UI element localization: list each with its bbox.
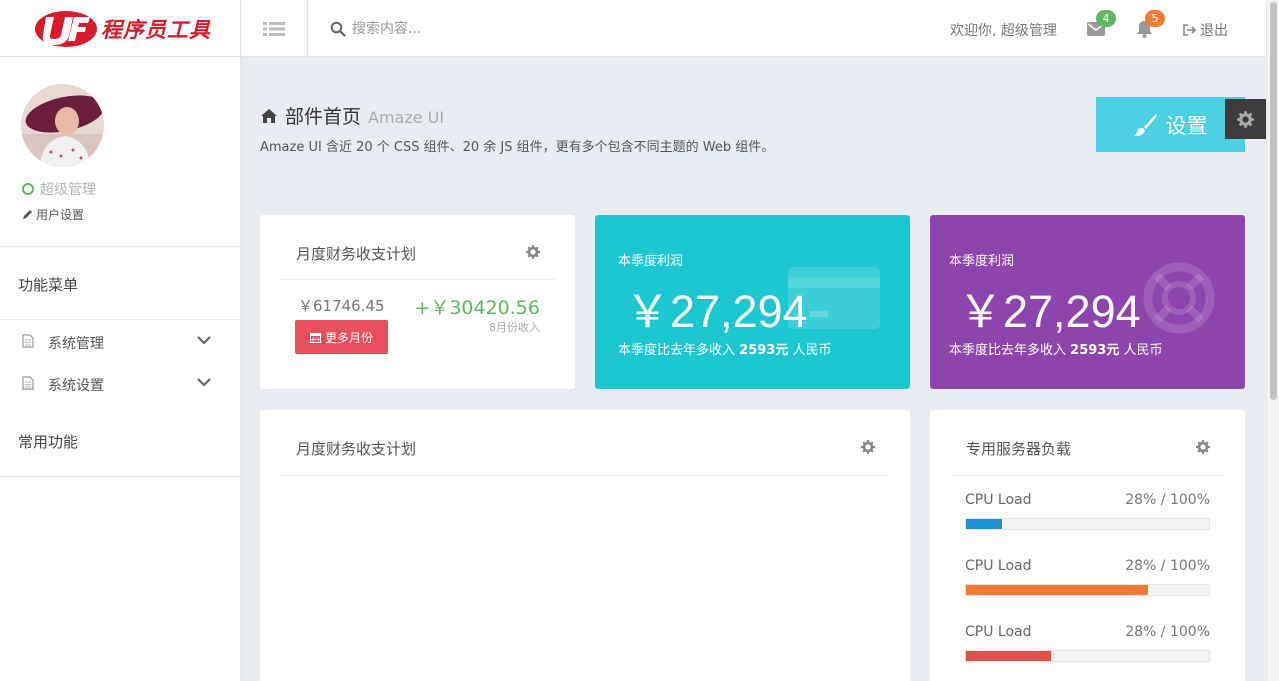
card-title: 月度财务收支计划 xyxy=(296,440,417,458)
sidebar: 超级管理 用户设置 功能菜单 系统管理 系统设置 常用功能 xyxy=(0,57,241,681)
finance-income: +￥30420.56 xyxy=(414,297,540,319)
settings-button-label: 设置 xyxy=(1165,113,1208,138)
file-icon xyxy=(22,334,34,348)
welcome-text: 欢迎你, 超级管理 xyxy=(950,23,1057,39)
top-header: 程序员工具 欢迎你, 超级管理 4 5 退出 xyxy=(0,0,1266,57)
load-value: 28% / 100% xyxy=(1125,558,1210,574)
messages-button[interactable]: 4 xyxy=(1087,10,1116,39)
sidebar-section-common: 常用功能 xyxy=(18,433,79,451)
finance-income-note: 8月份收入 xyxy=(489,321,540,334)
profit-foot-suffix: 人民币 xyxy=(792,343,832,358)
logout-label: 退出 xyxy=(1200,23,1228,39)
chevron-down-icon xyxy=(197,336,211,345)
menu-toggle-button[interactable] xyxy=(241,0,308,57)
gear-icon[interactable] xyxy=(526,245,540,259)
server-load-card: 专用服务器负载 CPU Load 28% / 100% CPU Load 28%… xyxy=(930,410,1245,681)
gear-icon[interactable] xyxy=(1196,440,1210,454)
sidebar-divider xyxy=(0,476,240,477)
card-title: 专用服务器负载 xyxy=(966,440,1072,458)
profit-amount: ￥27,294 xyxy=(625,286,808,337)
file-icon xyxy=(22,376,34,390)
progress-fill xyxy=(966,585,1149,595)
page-scrollbar[interactable] xyxy=(1266,0,1279,681)
logo-area[interactable]: 程序员工具 xyxy=(0,0,241,57)
load-value: 28% / 100% xyxy=(1125,624,1210,640)
profit-foot-prefix: 本季度比去年多收入 xyxy=(949,343,1067,358)
finance-expense: ￥61746.45 xyxy=(298,297,385,315)
brand-logo-icon xyxy=(35,11,97,47)
user-status: 超级管理 xyxy=(22,179,96,199)
logout-button[interactable]: 退出 xyxy=(1183,20,1228,40)
page-title: 部件首页 Amaze UI xyxy=(260,102,444,129)
user-role: 超级管理 xyxy=(40,182,96,198)
user-avatar-image xyxy=(21,84,104,167)
sidebar-divider xyxy=(0,319,240,320)
sign-out-icon xyxy=(1183,24,1196,36)
profit-card: 本季度利润 ￥27,294 本季度比去年多收入 2593元 人民币 xyxy=(930,215,1245,389)
card-divider xyxy=(280,279,555,280)
finance-card: 月度财务收支计划 ￥61746.45 +￥30420.56 8月份收入 更多月份 xyxy=(260,215,575,389)
profit-footnote: 本季度比去年多收入 2593元 人民币 xyxy=(618,339,832,358)
theme-settings-toggle[interactable] xyxy=(1225,99,1266,139)
search-icon xyxy=(330,21,346,37)
page-title-text: 部件首页 xyxy=(285,106,362,128)
card-divider xyxy=(950,475,1225,476)
card-divider xyxy=(280,475,890,476)
home-icon xyxy=(261,108,277,123)
life-ring-icon xyxy=(1143,262,1215,334)
search-input[interactable] xyxy=(352,16,652,42)
profit-footnote: 本季度比去年多收入 2593元 人民币 xyxy=(949,339,1163,358)
profit-label: 本季度利润 xyxy=(618,254,684,269)
more-months-label: 更多月份 xyxy=(324,330,373,345)
load-name: CPU Load xyxy=(965,558,1032,574)
user-settings-label: 用户设置 xyxy=(36,208,85,222)
pencil-icon xyxy=(23,210,32,219)
sidebar-divider xyxy=(0,246,240,247)
profit-foot-value: 2593元 xyxy=(739,343,789,358)
profit-foot-prefix: 本季度比去年多收入 xyxy=(618,343,736,358)
profit-foot-value: 2593元 xyxy=(1070,343,1120,358)
paint-brush-icon xyxy=(1133,113,1157,136)
load-name: CPU Load xyxy=(965,492,1032,508)
sidebar-section-menu: 功能菜单 xyxy=(18,276,79,294)
profit-label: 本季度利润 xyxy=(949,254,1015,269)
progress-fill xyxy=(966,651,1052,661)
progress-bar xyxy=(965,518,1210,530)
avatar[interactable] xyxy=(21,84,104,167)
profit-amount: ￥27,294 xyxy=(958,286,1141,337)
profit-card: 本季度利润 ￥27,294 本季度比去年多收入 2593元 人民币 xyxy=(595,215,910,389)
progress-bar xyxy=(965,584,1210,596)
monthly-finance-chart-card: 月度财务收支计划 xyxy=(260,410,910,681)
page-description: Amaze UI 含近 20 个 CSS 组件、20 余 JS 组件，更有多个包… xyxy=(260,140,775,155)
more-months-button[interactable]: 更多月份 xyxy=(295,320,388,354)
brand-name: 程序员工具 xyxy=(101,18,211,42)
card-title: 月度财务收支计划 xyxy=(296,245,417,263)
settings-button[interactable]: 设置 xyxy=(1096,97,1245,152)
online-status-icon xyxy=(22,183,34,195)
load-value: 28% / 100% xyxy=(1125,492,1210,508)
sidebar-item-label: 系统管理 xyxy=(48,336,104,352)
calendar-icon xyxy=(309,332,321,343)
sidebar-item-system-settings[interactable]: 系统设置 xyxy=(0,363,240,403)
gear-icon xyxy=(1237,110,1254,128)
page-subtitle: Amaze UI xyxy=(368,108,445,127)
user-settings-link[interactable]: 用户设置 xyxy=(22,206,84,223)
gear-icon[interactable] xyxy=(861,440,875,454)
list-icon xyxy=(263,21,285,36)
progress-fill xyxy=(966,519,1003,529)
load-name: CPU Load xyxy=(965,624,1032,640)
sidebar-item-label: 系统设置 xyxy=(48,378,104,394)
notifications-button[interactable]: 5 xyxy=(1136,10,1165,39)
notifications-badge: 5 xyxy=(1145,10,1165,27)
progress-bar xyxy=(965,650,1210,662)
profit-foot-suffix: 人民币 xyxy=(1123,343,1163,358)
messages-badge: 4 xyxy=(1096,10,1116,27)
sidebar-item-system-management[interactable]: 系统管理 xyxy=(0,321,240,361)
scrollbar-thumb[interactable] xyxy=(1270,2,1277,400)
chevron-down-icon xyxy=(197,378,211,387)
